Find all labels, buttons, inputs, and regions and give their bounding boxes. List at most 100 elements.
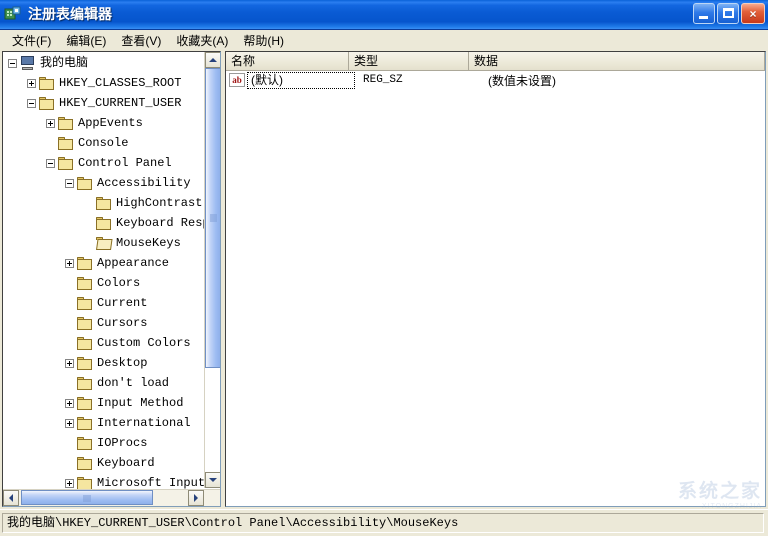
window-title: 注册表编辑器 <box>28 6 112 22</box>
minimize-icon <box>699 16 708 19</box>
tree-node[interactable]: don't load <box>3 373 208 393</box>
tree-node[interactable]: Cursors <box>3 313 208 333</box>
tree-node-label: HKEY_CURRENT_USER <box>59 96 182 110</box>
tree-node[interactable]: Input Method <box>3 393 208 413</box>
close-icon: × <box>749 6 757 21</box>
tree-node-label: Console <box>78 136 129 150</box>
expand-node-icon[interactable] <box>46 118 55 128</box>
registry-tree[interactable]: 我的电脑 HKEY_CLASSES_ROOT HKEY_CURRENT_USER Ap… <box>3 53 208 489</box>
values-column-header: 名称 类型 数据 <box>226 52 765 71</box>
value-type-cell: REG_SZ <box>363 74 403 86</box>
maximize-button[interactable] <box>717 3 739 24</box>
tree-node[interactable]: Desktop <box>3 353 208 373</box>
tree-node-spacer <box>65 459 74 468</box>
menu-favorites[interactable]: 收藏夹(A) <box>169 32 236 50</box>
regedit-icon <box>4 5 22 23</box>
tree-node[interactable]: Accessibility <box>3 173 208 193</box>
tree-node[interactable]: Custom Colors <box>3 333 208 353</box>
expand-node-icon[interactable] <box>27 78 36 88</box>
tree-node[interactable]: HKEY_CLASSES_ROOT <box>3 73 208 93</box>
menu-view[interactable]: 查看(V) <box>114 32 169 50</box>
folder-icon <box>77 456 93 470</box>
scroll-down-button[interactable] <box>205 472 220 488</box>
folder-icon <box>77 276 93 290</box>
tree-node[interactable]: IOProcs <box>3 433 208 453</box>
value-row[interactable]: ab (默认) REG_SZ (数值未设置) <box>226 71 765 89</box>
scroll-left-button[interactable] <box>3 490 19 506</box>
folder-icon <box>77 256 93 270</box>
minimize-button[interactable] <box>693 3 715 24</box>
value-name-cell[interactable]: (默认) <box>247 71 355 89</box>
folder-icon <box>58 156 74 170</box>
tree-vscroll-track[interactable] <box>205 368 220 472</box>
tree-node-label: Keyboard <box>97 456 155 470</box>
window-controls: × <box>693 3 765 24</box>
column-name[interactable]: 名称 <box>226 52 349 70</box>
tree-node-spacer <box>65 339 74 348</box>
tree-node[interactable]: Appearance <box>3 253 208 273</box>
collapse-node-icon[interactable] <box>46 158 55 168</box>
tree-node-spacer <box>65 439 74 448</box>
chevron-up-icon <box>209 58 217 62</box>
expand-node-icon[interactable] <box>65 418 74 428</box>
expand-node-icon[interactable] <box>65 258 74 268</box>
tree-node[interactable]: Keyboard <box>3 453 208 473</box>
tree-node[interactable]: 我的电脑 <box>3 53 208 73</box>
tree-node[interactable]: Current <box>3 293 208 313</box>
folder-icon <box>58 136 74 150</box>
folder-icon <box>39 96 55 110</box>
menu-help[interactable]: 帮助(H) <box>236 32 292 50</box>
tree-node-label: Keyboard Respo <box>116 216 208 230</box>
folder-icon <box>77 376 93 390</box>
folder-icon <box>96 216 112 230</box>
tree-node[interactable]: Colors <box>3 273 208 293</box>
tree-node-label: Cursors <box>97 316 148 330</box>
tree-node-spacer <box>46 139 55 148</box>
title-bar[interactable]: 注册表编辑器 × <box>0 0 768 30</box>
tree-node-label: MouseKeys <box>116 236 181 250</box>
expand-node-icon[interactable] <box>65 358 74 368</box>
tree-node[interactable]: Microsoft Input D <box>3 473 208 489</box>
folder-icon <box>77 336 93 350</box>
tree-node[interactable]: HighContrast <box>3 193 208 213</box>
chevron-down-icon <box>209 478 217 482</box>
tree-hscroll-thumb[interactable] <box>21 490 153 505</box>
column-data[interactable]: 数据 <box>469 52 765 70</box>
collapse-node-icon[interactable] <box>8 58 17 68</box>
string-value-icon-text: ab <box>232 74 242 85</box>
expand-node-icon[interactable] <box>65 478 74 488</box>
tree-node-spacer <box>65 299 74 308</box>
scroll-up-button[interactable] <box>205 52 220 68</box>
folder-icon <box>39 76 55 90</box>
tree-node[interactable]: Control Panel <box>3 153 208 173</box>
tree-node[interactable]: MouseKeys <box>3 233 208 253</box>
scroll-right-button[interactable] <box>188 490 204 506</box>
folder-icon <box>77 296 93 310</box>
tree-node-label: HKEY_CLASSES_ROOT <box>59 76 182 90</box>
expand-node-icon[interactable] <box>65 398 74 408</box>
computer-icon <box>20 56 36 70</box>
tree-node[interactable]: Keyboard Respo <box>3 213 208 233</box>
tree-node[interactable]: AppEvents <box>3 113 208 133</box>
values-list[interactable]: ab (默认) REG_SZ (数值未设置) <box>226 71 765 89</box>
collapse-node-icon[interactable] <box>27 98 36 108</box>
column-type[interactable]: 类型 <box>349 52 469 70</box>
tree-node[interactable]: HKEY_CURRENT_USER <box>3 93 208 113</box>
tree-node-label: Appearance <box>97 256 170 270</box>
tree-vscroll-thumb[interactable] <box>205 68 220 368</box>
tree-horizontal-scrollbar[interactable] <box>3 489 220 506</box>
tree-node-spacer <box>65 379 74 388</box>
status-bar-panel: 我的电脑\HKEY_CURRENT_USER\Control Panel\Acc… <box>2 513 764 533</box>
close-button[interactable]: × <box>741 3 765 24</box>
value-data-cell: (数值未设置) <box>488 73 556 88</box>
tree-node-label: Control Panel <box>78 156 172 170</box>
menu-file[interactable]: 文件(F) <box>5 32 59 50</box>
tree-vertical-scrollbar[interactable] <box>204 52 220 488</box>
tree-node[interactable]: International <box>3 413 208 433</box>
scroll-grip-icon <box>210 214 217 222</box>
menu-edit[interactable]: 编辑(E) <box>59 32 114 50</box>
collapse-node-icon[interactable] <box>65 178 74 188</box>
tree-node-label: Custom Colors <box>97 336 191 350</box>
tree-node-label: 我的电脑 <box>40 56 89 70</box>
tree-node[interactable]: Console <box>3 133 208 153</box>
